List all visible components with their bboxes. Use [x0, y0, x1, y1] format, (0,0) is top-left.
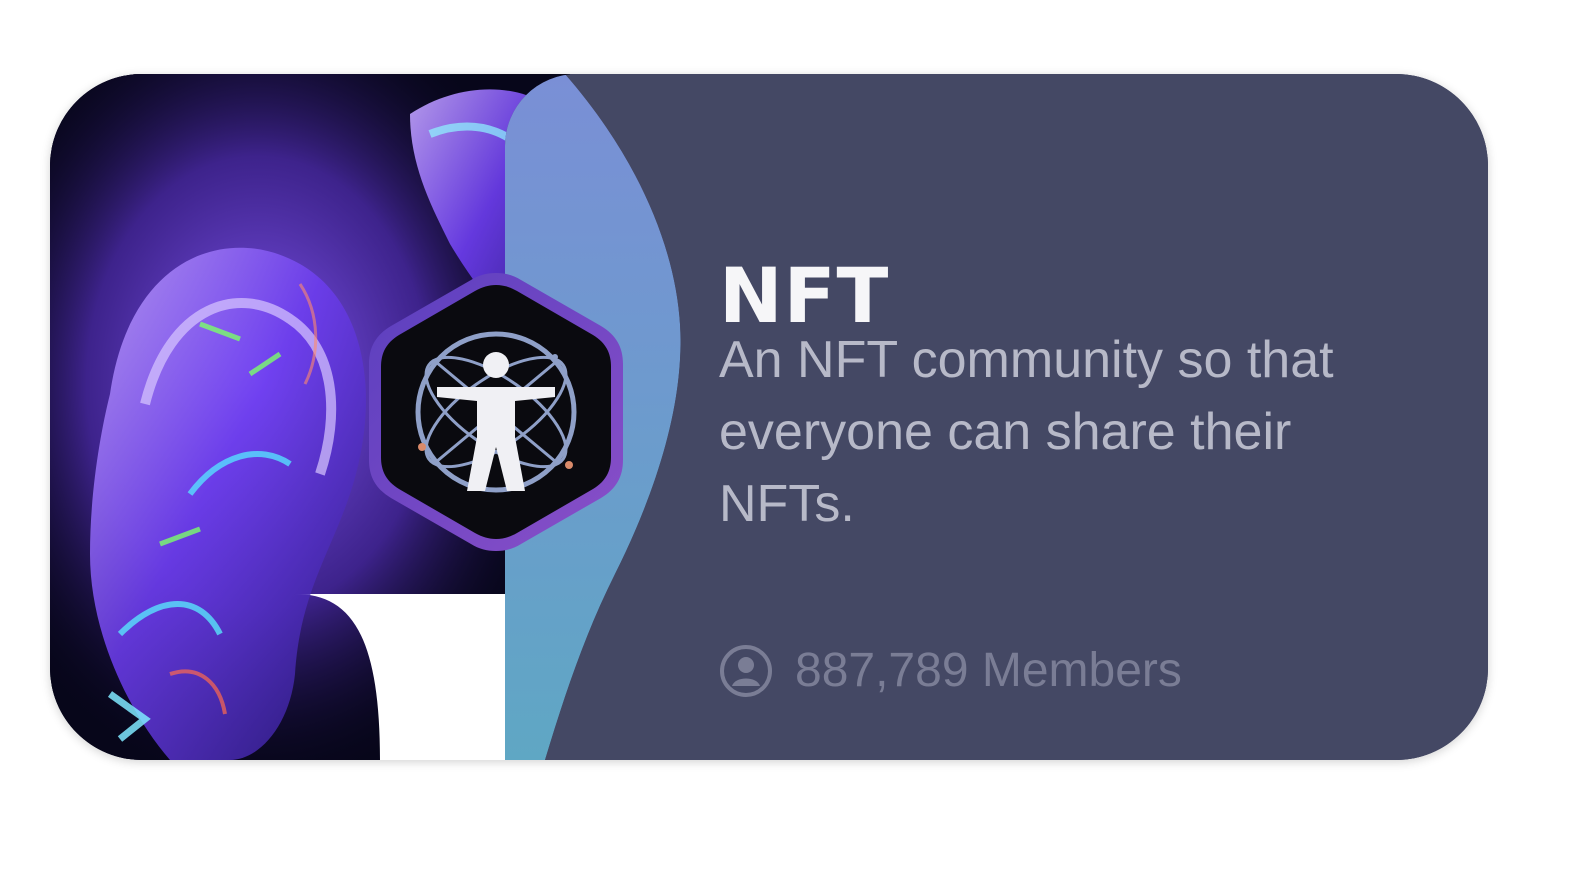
- member-count-label: 887,789 Members: [795, 644, 1182, 697]
- community-card[interactable]: NFT An NFT community so that everyone ca…: [50, 74, 1488, 760]
- vitruvian-man-icon: [365, 269, 627, 555]
- community-description: An NFT community so that everyone can sh…: [719, 331, 1334, 533]
- member-count: 887,789 Members: [719, 639, 1182, 703]
- user-circle-icon: [719, 644, 773, 698]
